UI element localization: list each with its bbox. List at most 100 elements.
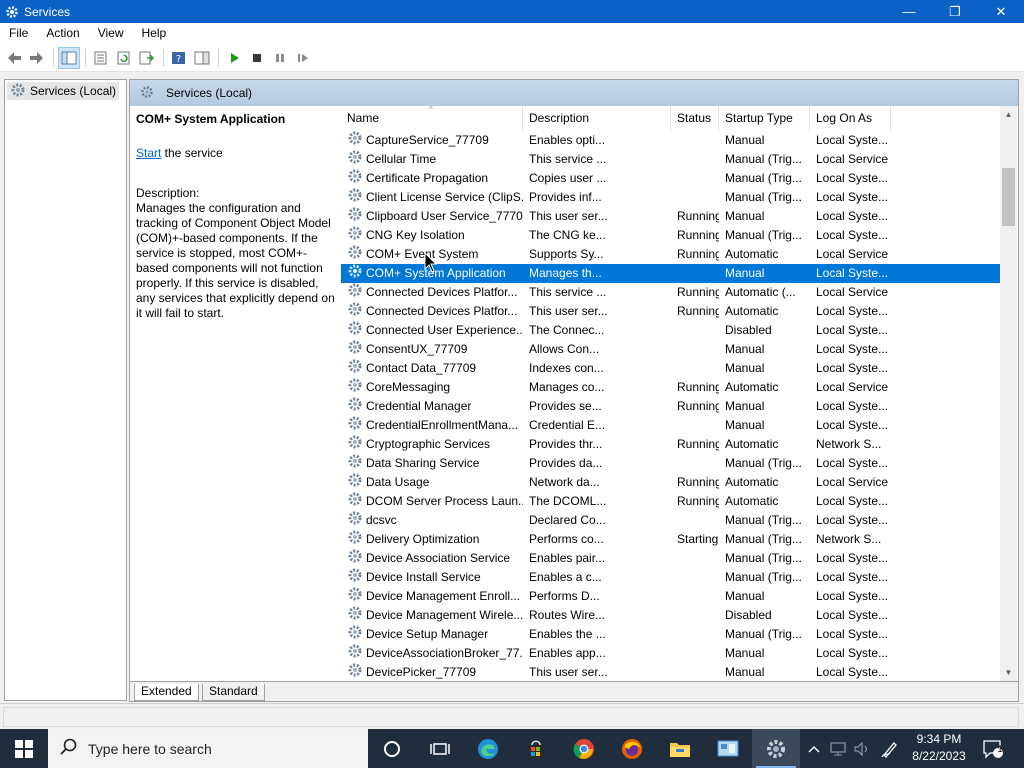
tab-extended[interactable]: Extended <box>134 684 199 701</box>
stop-service-icon[interactable] <box>246 47 268 69</box>
back-arrow-icon[interactable] <box>3 47 25 69</box>
table-row[interactable]: COM+ Event System Supports Sy... Running Au… <box>341 245 1001 264</box>
close-button[interactable]: ✕ <box>978 0 1024 23</box>
service-description: Manages th... <box>529 266 602 280</box>
table-row[interactable]: ConsentUX_77709 Allows Con... Manual Local … <box>341 340 1001 359</box>
table-row[interactable]: Device Management Enroll... Performs D...… <box>341 587 1001 606</box>
table-row[interactable]: Connected Devices Platfor... This service… <box>341 283 1001 302</box>
service-status <box>671 264 719 283</box>
forward-arrow-icon[interactable] <box>26 47 48 69</box>
pause-service-icon[interactable] <box>269 47 291 69</box>
table-row[interactable]: CaptureService_77709 Enables opti... Manua… <box>341 131 1001 150</box>
service-name-cell: Cellular Time <box>341 150 523 169</box>
service-startup-type: Manual (Trig... <box>725 171 802 185</box>
service-log-on-as: Local Syste... <box>816 570 889 584</box>
firefox-browser-icon[interactable] <box>608 729 656 768</box>
column-header-status[interactable]: Status <box>671 106 719 131</box>
start-service-icon[interactable] <box>223 47 245 69</box>
scroll-down-arrow-icon[interactable]: ▼ <box>1000 664 1017 681</box>
table-row[interactable]: Certificate Propagation Copies user ... Ma… <box>341 169 1001 188</box>
column-header-description[interactable]: Description <box>523 106 671 131</box>
column-header-log-on-as[interactable]: Log On As <box>810 106 891 131</box>
vertical-scrollbar[interactable]: ▲ ▼ <box>1000 106 1017 681</box>
table-row[interactable]: DeviceAssociationBroker_77... Enables app… <box>341 644 1001 663</box>
table-row[interactable]: Device Setup Manager Enables the ... Manua… <box>341 625 1001 644</box>
service-log-on-as: Local Service <box>816 475 889 489</box>
table-row[interactable]: Cellular Time This service ... Manual (Tri… <box>341 150 1001 169</box>
action-center-button[interactable]: 1 <box>978 729 1008 768</box>
volume-icon[interactable] <box>850 729 874 768</box>
services-taskbar-button[interactable] <box>752 729 800 768</box>
scroll-up-arrow-icon[interactable]: ▲ <box>1000 106 1017 123</box>
scroll-thumb[interactable] <box>1002 168 1015 226</box>
column-header-name[interactable]: ^ Name <box>341 105 523 131</box>
menu-view[interactable]: View <box>89 23 133 44</box>
service-gear-icon <box>347 169 363 188</box>
service-log-on-as: Local Syste... <box>816 418 889 432</box>
export-list-icon[interactable] <box>136 47 158 69</box>
edge-browser-icon[interactable] <box>464 729 512 768</box>
start-service-link[interactable]: Start <box>136 146 161 160</box>
help-icon[interactable]: ? <box>168 47 190 69</box>
tab-standard[interactable]: Standard <box>202 684 265 701</box>
service-log-on-as: Local Syste... <box>816 228 889 242</box>
pen-workspace-icon[interactable] <box>876 729 904 768</box>
tree-item-services-local[interactable]: Services (Local) <box>7 82 120 100</box>
maximize-button[interactable]: ❐ <box>932 0 978 23</box>
table-row[interactable]: Device Management Wirele... Routes Wire..… <box>341 606 1001 625</box>
table-row[interactable]: DevicePicker_77709 This user ser... Manual… <box>341 663 1001 682</box>
menu-action[interactable]: Action <box>37 23 88 44</box>
service-status <box>671 454 719 473</box>
table-row[interactable]: Contact Data_77709 Indexes con... Manual Lo… <box>341 359 1001 378</box>
properties-icon[interactable] <box>90 47 112 69</box>
pane-banner: Services (Local) <box>130 80 1018 106</box>
restart-service-icon[interactable] <box>292 47 314 69</box>
service-gear-icon <box>347 283 363 302</box>
table-row[interactable]: CNG Key Isolation The CNG ke... Running Man… <box>341 226 1001 245</box>
table-row[interactable]: Data Sharing Service Provides da... Manual… <box>341 454 1001 473</box>
refresh-icon[interactable] <box>113 47 135 69</box>
service-status <box>671 150 719 169</box>
cortana-icon[interactable] <box>368 729 416 768</box>
table-row[interactable]: CoreMessaging Manages co... Running Automat… <box>341 378 1001 397</box>
control-panel-icon[interactable] <box>704 729 752 768</box>
table-row[interactable]: Data Usage Network da... Running Automatic L… <box>341 473 1001 492</box>
table-row[interactable]: dcsvc Declared Co... Manual (Trig... Local … <box>341 511 1001 530</box>
action-pane-icon[interactable] <box>191 47 213 69</box>
table-row[interactable]: Credential Manager Provides se... Running M… <box>341 397 1001 416</box>
minimize-button[interactable]: — <box>886 0 932 23</box>
service-description: Provides se... <box>529 399 602 413</box>
table-row[interactable]: Connected Devices Platfor... This user se… <box>341 302 1001 321</box>
service-description: Provides inf... <box>529 190 602 204</box>
service-startup-type: Manual <box>725 361 765 375</box>
table-row[interactable]: Device Association Service Enables pair..… <box>341 549 1001 568</box>
service-status: Running <box>677 399 719 413</box>
table-row[interactable]: COM+ System Application Manages th... Manu… <box>341 264 1001 283</box>
task-view-icon[interactable] <box>416 729 464 768</box>
network-icon[interactable] <box>826 729 850 768</box>
service-startup-type: Automatic <box>725 437 779 451</box>
start-button[interactable] <box>0 729 48 768</box>
file-explorer-icon[interactable] <box>656 729 704 768</box>
table-row[interactable]: Delivery Optimization Performs co... Start… <box>341 530 1001 549</box>
table-row[interactable]: Cryptographic Services Provides thr... Run… <box>341 435 1001 454</box>
chrome-browser-icon[interactable] <box>560 729 608 768</box>
microsoft-store-icon[interactable] <box>512 729 560 768</box>
service-name: Cryptographic Services <box>366 437 491 451</box>
service-startup-type: Manual <box>725 342 765 356</box>
table-row[interactable]: Client License Service (ClipS... Provides… <box>341 188 1001 207</box>
taskbar-search-box[interactable]: Type here to search <box>48 729 368 768</box>
taskbar-clock[interactable]: 9:34 PM 8/22/2023 <box>906 731 972 765</box>
show-hide-console-tree-icon[interactable] <box>58 46 80 69</box>
menu-file[interactable]: File <box>0 23 37 44</box>
table-row[interactable]: Device Install Service Enables a c... Manu… <box>341 568 1001 587</box>
show-hidden-icons-chevron-icon[interactable] <box>804 729 824 768</box>
service-status <box>671 511 719 530</box>
service-gear-icon <box>347 245 363 264</box>
table-row[interactable]: Connected User Experience... The Connec..… <box>341 321 1001 340</box>
table-row[interactable]: DCOM Server Process Laun... The DCOML... R… <box>341 492 1001 511</box>
table-row[interactable]: CredentialEnrollmentMana... Credential E.… <box>341 416 1001 435</box>
column-header-startup-type[interactable]: Startup Type <box>719 106 810 131</box>
menu-help[interactable]: Help <box>133 23 176 44</box>
table-row[interactable]: Clipboard User Service_77709 This user se… <box>341 207 1001 226</box>
